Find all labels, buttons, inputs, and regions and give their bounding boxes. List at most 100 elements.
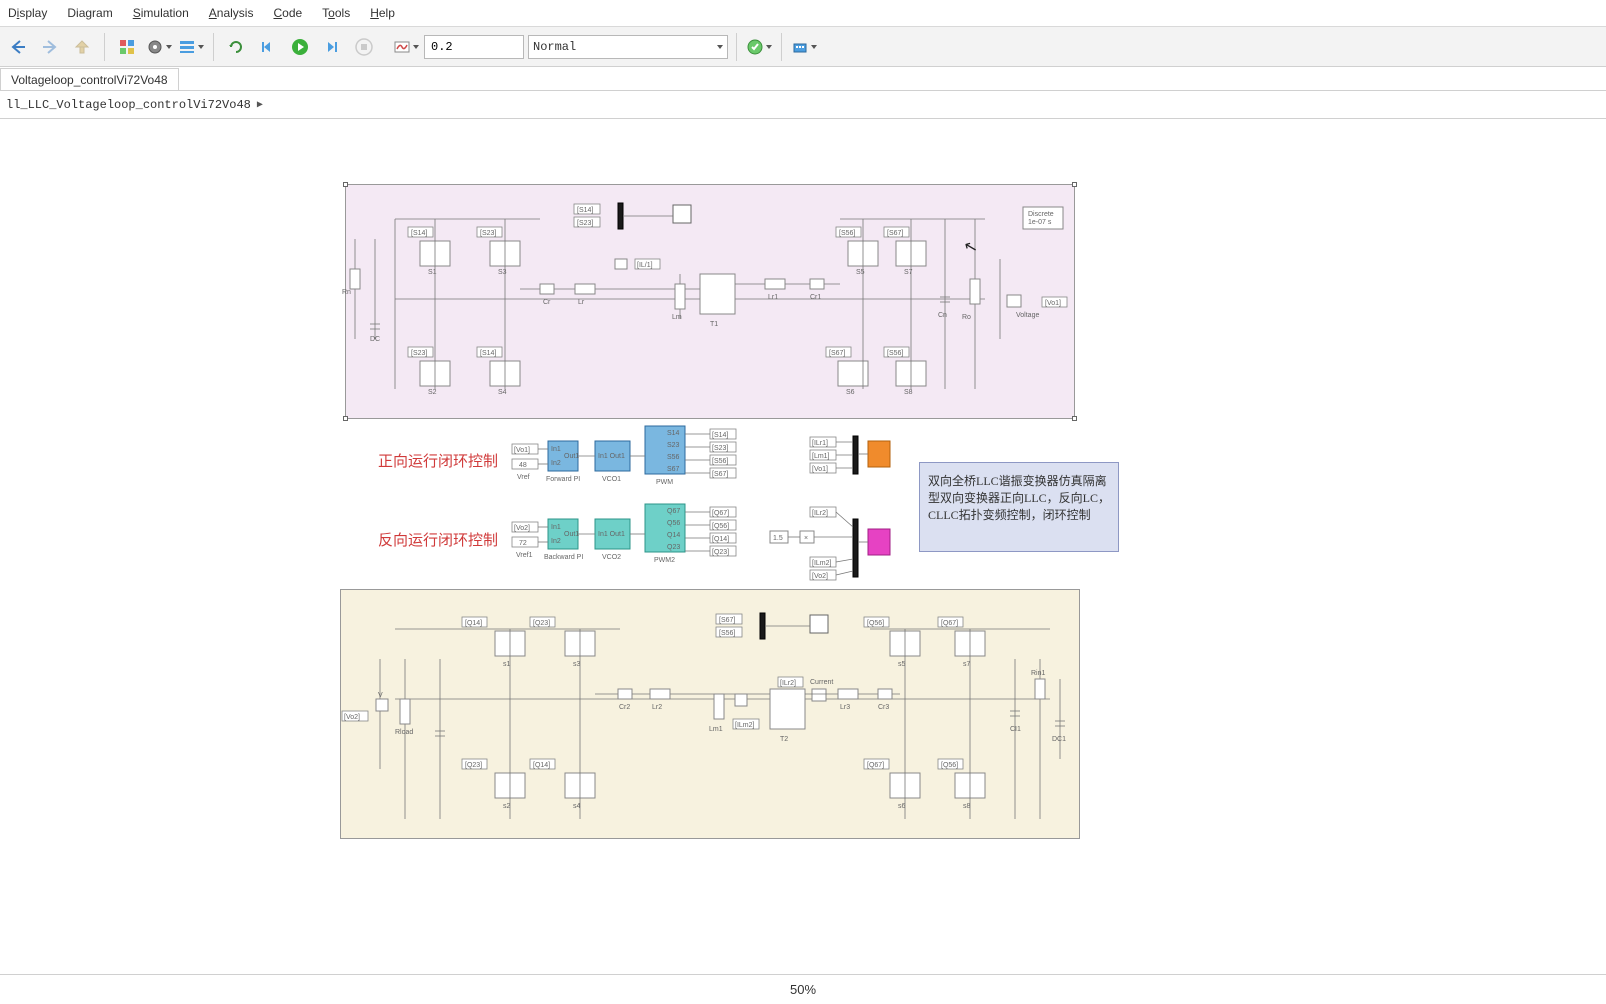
library-browser-button[interactable] [113,33,141,61]
svg-text:PWM: PWM [656,479,673,486]
svg-text:1.5: 1.5 [773,535,783,542]
svg-text:Q23: Q23 [667,544,680,551]
svg-text:S6: S6 [846,389,855,396]
stop-time-input[interactable] [424,35,524,59]
svg-text:[S14]: [S14] [411,230,427,237]
sim-mode-select[interactable]: Normal [528,35,728,59]
back-button[interactable] [4,33,32,61]
svg-text:S67: S67 [667,466,680,473]
model-tab[interactable]: Voltageloop_controlVi72Vo48 [0,68,179,90]
forward-button[interactable] [36,33,64,61]
svg-text:[Lm1]: [Lm1] [812,453,830,460]
svg-text:[S23]: [S23] [411,350,427,357]
svg-text:[Q23]: [Q23] [533,620,550,627]
stop-button[interactable] [350,33,378,61]
zoom-level[interactable]: 50% [790,982,816,997]
record-button[interactable] [392,33,420,61]
svg-text:[Vo2]: [Vo2] [514,525,530,532]
menu-help[interactable]: Help [366,4,399,22]
toolbar: Normal [0,27,1606,67]
menu-tools[interactable]: Tools [318,4,354,22]
explorer-button[interactable] [177,33,205,61]
svg-text:S2: S2 [428,389,437,396]
svg-text:CI1: CI1 [1010,726,1021,733]
svg-text:[S56]: [S56] [712,458,728,465]
svg-text:Cr2: Cr2 [619,704,630,711]
svg-text:s1: s1 [503,661,511,668]
svg-text:[Q23]: [Q23] [465,762,482,769]
svg-text:Lm1: Lm1 [709,726,723,733]
model-config-button[interactable] [145,33,173,61]
svg-text:S8: S8 [904,389,913,396]
step-back-button[interactable] [254,33,282,61]
diagnostics-button[interactable] [745,33,773,61]
svg-text:In1: In1 [551,524,561,531]
svg-text:[Q67]: [Q67] [712,510,729,517]
svg-text:Cn: Cn [938,312,947,319]
svg-text:Ro: Ro [962,314,971,321]
svg-text:[ILr1]: [ILr1] [812,440,828,447]
svg-text:s3: s3 [573,661,581,668]
svg-text:[ILm2]: [ILm2] [735,722,755,729]
svg-text:[S23]: [S23] [480,230,496,237]
up-button[interactable] [68,33,96,61]
svg-text:s8: s8 [963,803,971,810]
menubar: Display Diagram Simulation Analysis Code… [0,0,1606,27]
svg-text:Voltage: Voltage [1016,312,1039,319]
svg-text:[ILr2]: [ILr2] [780,680,796,687]
svg-text:[S23]: [S23] [712,445,728,452]
svg-text:VCO2: VCO2 [602,554,621,561]
menu-analysis[interactable]: Analysis [205,4,258,22]
step-forward-button[interactable] [318,33,346,61]
svg-text:[Q14]: [Q14] [465,620,482,627]
svg-text:Discrete: Discrete [1028,211,1054,218]
menu-diagram[interactable]: Diagram [63,4,116,22]
svg-text:Lm: Lm [672,314,682,321]
svg-text:[Q23]: [Q23] [712,549,729,556]
svg-text:In2: In2 [551,538,561,545]
svg-text:48: 48 [519,462,527,469]
update-diagram-button[interactable] [222,33,250,61]
svg-text:Rn: Rn [342,289,351,296]
model-canvas[interactable]: 正向运行闭环控制 反向运行闭环控制 双向全桥LLC谐振变换器仿真隔离型双向变换器… [0,119,1606,974]
svg-text:[Vo1]: [Vo1] [514,447,530,454]
svg-text:S23: S23 [667,442,680,449]
svg-text:In2: In2 [551,460,561,467]
svg-text:Q56: Q56 [667,520,680,527]
menu-simulation[interactable]: Simulation [129,4,193,22]
svg-text:[S67]: [S67] [887,230,903,237]
svg-text:Cr3: Cr3 [878,704,889,711]
menu-display[interactable]: Display [4,4,51,22]
svg-text:[ILm2]: [ILm2] [812,560,832,567]
svg-text:S14: S14 [667,430,680,437]
svg-text:[S56]: [S56] [719,630,735,637]
svg-text:[S14]: [S14] [480,350,496,357]
svg-text:[Vo2]: [Vo2] [812,573,828,580]
svg-text:s2: s2 [503,803,511,810]
svg-text:Cr1: Cr1 [810,294,821,301]
statusbar: 50% [0,974,1606,1004]
svg-text:[Q67]: [Q67] [867,762,884,769]
svg-text:Lr3: Lr3 [840,704,850,711]
svg-text:Q67: Q67 [667,508,680,515]
svg-text:Out1: Out1 [564,453,579,460]
svg-text:Q14: Q14 [667,532,680,539]
svg-text:Out1: Out1 [564,531,579,538]
svg-text:Rload: Rload [395,729,413,736]
svg-text:[Q56]: [Q56] [941,762,958,769]
svg-text:Vref: Vref [517,474,530,481]
svg-text:V: V [378,692,383,699]
breadcrumb-arrow-icon: ▶ [257,99,263,111]
svg-text:Backward PI: Backward PI [544,554,583,561]
svg-text:Rin1: Rin1 [1031,670,1046,677]
svg-text:[Q56]: [Q56] [712,523,729,530]
svg-text:s4: s4 [573,803,581,810]
svg-text:1e-07 s: 1e-07 s [1028,219,1052,226]
menu-code[interactable]: Code [269,4,306,22]
breadcrumb-item[interactable]: ll_LLC_Voltageloop_controlVi72Vo48 [6,98,251,112]
svg-text:Vref1: Vref1 [516,552,533,559]
target-button[interactable] [790,33,818,61]
svg-text:s7: s7 [963,661,971,668]
svg-text:DC1: DC1 [1052,736,1066,743]
run-button[interactable] [286,33,314,61]
